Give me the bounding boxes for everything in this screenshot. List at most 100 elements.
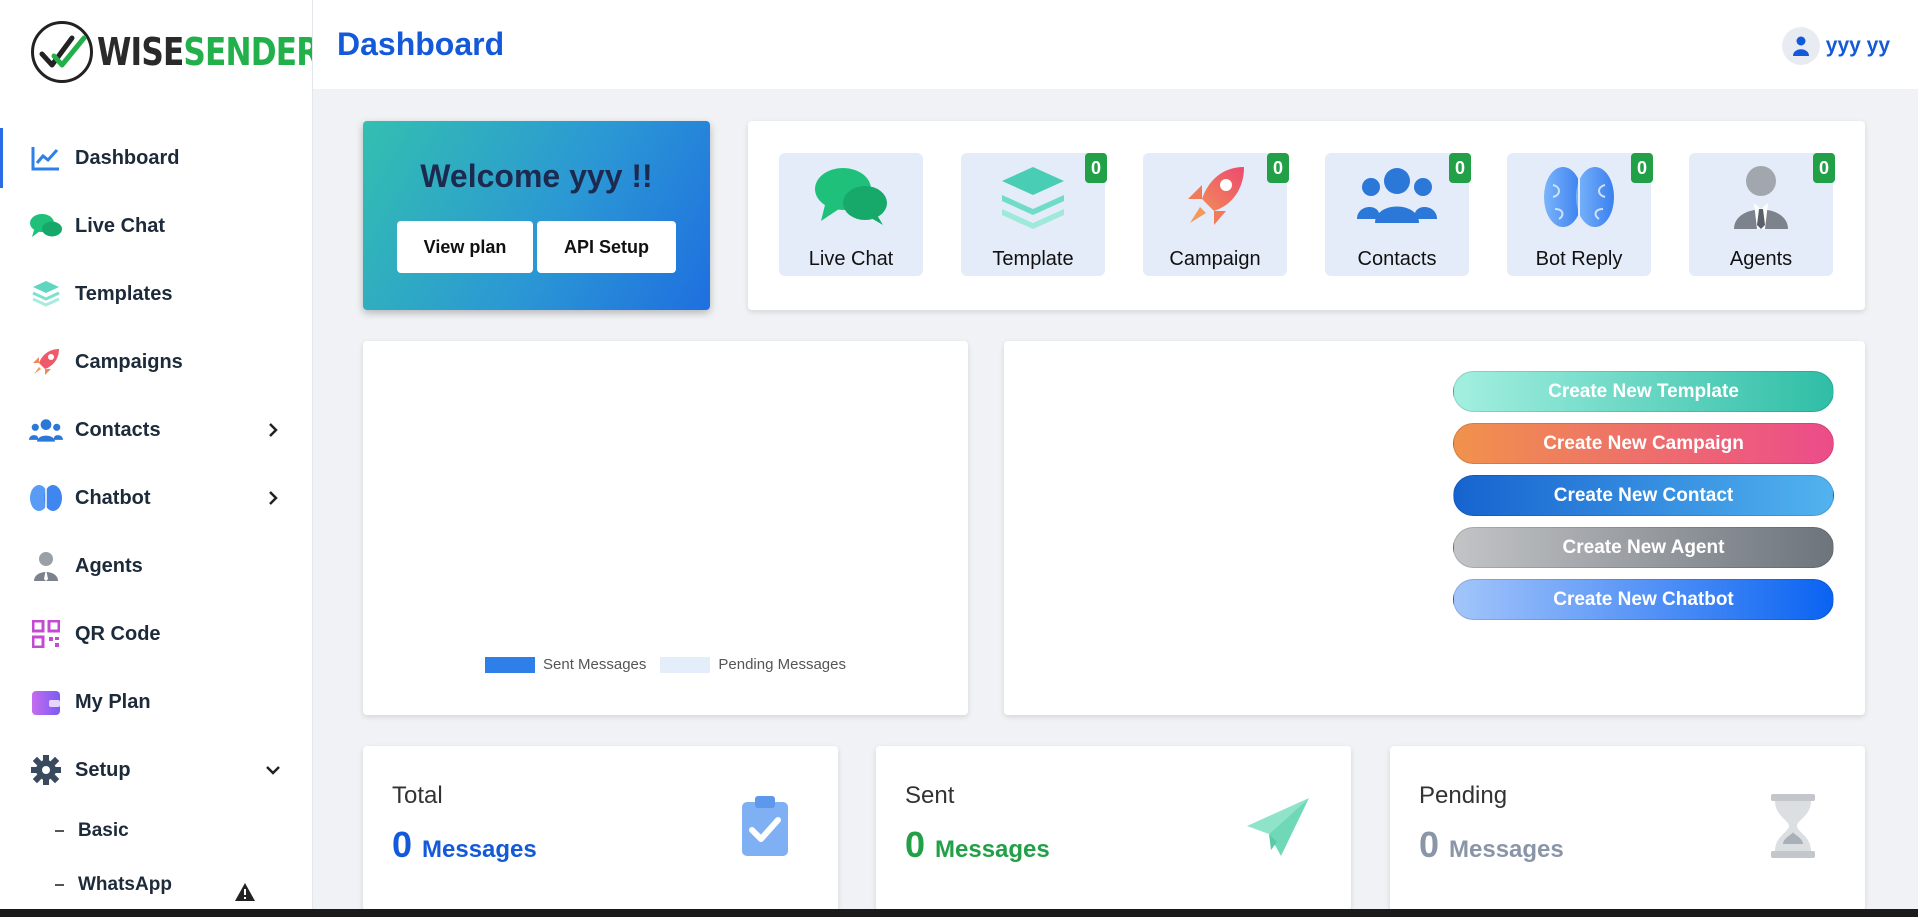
legend-label: Pending Messages [718, 656, 846, 673]
dash-icon [55, 884, 64, 886]
hourglass-icon [1769, 794, 1817, 863]
tile-agents[interactable]: Agents 0 [1689, 153, 1835, 276]
welcome-title: Welcome yyy !! [420, 158, 653, 194]
chart-line-icon [29, 141, 63, 175]
brand-name: WISESENDER [97, 30, 313, 74]
agent-icon [1689, 165, 1833, 229]
user-icon [1792, 36, 1809, 56]
rocket-icon [1143, 165, 1287, 229]
legend-label: Sent Messages [543, 656, 647, 673]
tile-label: Live Chat [808, 248, 894, 270]
sidebar-item-label: My Plan [75, 690, 151, 713]
brain-icon [1507, 165, 1651, 229]
sidebar-subitem-label: WhatsApp [78, 874, 172, 895]
chevron-down-icon [266, 766, 280, 775]
stat-value: 0 [1419, 824, 1440, 865]
sidebar-item-label: Contacts [75, 418, 161, 441]
sidebar-item-agents[interactable]: Agents [0, 532, 312, 600]
sidebar-item-label: Chatbot [75, 486, 151, 509]
bottom-edge [0, 909, 1918, 917]
page-title: Dashboard [337, 26, 505, 62]
count-badge: 0 [1267, 153, 1289, 183]
tile-label: Agents [1729, 248, 1793, 270]
sidebar-nav: Dashboard Live Chat Templates Campaigns … [0, 124, 312, 912]
stat-sent-card: Sent 0 Messages [876, 746, 1351, 911]
api-setup-button[interactable]: API Setup [537, 221, 676, 273]
tile-label: Campaign [1169, 248, 1261, 270]
brand-logo[interactable]: WISESENDER [31, 20, 313, 84]
stat-unit: Messages [935, 836, 1050, 863]
stat-unit: Messages [422, 836, 537, 863]
sidebar-item-label: Dashboard [75, 146, 180, 169]
chevron-right-icon [269, 491, 278, 505]
sidebar: WISESENDER Dashboard Live Chat Templates… [0, 0, 313, 917]
stat-unit: Messages [1449, 836, 1564, 863]
stat-value: 0 [392, 824, 413, 865]
sidebar-item-qr-code[interactable]: QR Code [0, 600, 312, 668]
legend-item-pending[interactable]: Pending Messages [660, 656, 846, 673]
clipboard-check-icon [740, 794, 790, 863]
top-header: Dashboard yyy yy [313, 0, 1918, 90]
tile-campaign[interactable]: Campaign 0 [1143, 153, 1289, 276]
sidebar-item-campaigns[interactable]: Campaigns [0, 328, 312, 396]
sidebar-item-my-plan[interactable]: My Plan [0, 668, 312, 736]
messages-chart-card: Sent Messages Pending Messages [363, 341, 968, 715]
rocket-icon [29, 345, 63, 379]
tile-contacts[interactable]: Contacts 0 [1325, 153, 1471, 276]
sidebar-item-dashboard[interactable]: Dashboard [0, 124, 312, 192]
create-campaign-button[interactable]: Create New Campaign [1453, 423, 1834, 464]
double-check-icon [31, 21, 93, 83]
chart-legend: Sent Messages Pending Messages [485, 656, 860, 673]
paper-plane-icon [1245, 796, 1311, 863]
view-plan-button[interactable]: View plan [397, 221, 533, 273]
tile-template[interactable]: Template 0 [961, 153, 1107, 276]
sidebar-item-label: Agents [75, 554, 143, 577]
legend-item-sent[interactable]: Sent Messages [485, 656, 646, 673]
user-name: yyy yy [1825, 34, 1890, 57]
sidebar-item-chatbot[interactable]: Chatbot [0, 464, 312, 532]
sidebar-item-setup[interactable]: Setup [0, 736, 312, 804]
sidebar-item-live-chat[interactable]: Live Chat [0, 192, 312, 260]
chevron-right-icon [269, 423, 278, 437]
legend-swatch-pending [660, 656, 711, 673]
tile-bot-reply[interactable]: Bot Reply 0 [1507, 153, 1653, 276]
stat-label: Total [392, 782, 443, 809]
warning-icon [235, 883, 255, 901]
chat-bubbles-icon [29, 209, 63, 243]
avatar [1781, 27, 1820, 65]
count-badge: 0 [1813, 153, 1835, 183]
stat-total-card: Total 0 Messages [363, 746, 838, 911]
gear-icon [29, 753, 63, 787]
tile-live-chat[interactable]: Live Chat [779, 153, 923, 276]
layers-icon [29, 277, 63, 311]
sidebar-item-label: Templates [75, 282, 173, 305]
sidebar-subitem-whatsapp[interactable]: WhatsApp [0, 858, 312, 912]
stat-value: 0 [905, 824, 926, 865]
qr-code-icon [29, 617, 63, 651]
users-icon [29, 413, 63, 447]
create-contact-button[interactable]: Create New Contact [1453, 475, 1834, 516]
stat-label: Pending [1419, 782, 1508, 809]
quick-actions-card: Create New Template Create New Campaign … [1004, 341, 1865, 715]
stat-label: Sent [905, 782, 955, 809]
sidebar-subitem-basic[interactable]: Basic [0, 804, 312, 858]
user-menu[interactable]: yyy yy [1781, 27, 1890, 65]
welcome-card: Welcome yyy !! View plan API Setup [363, 121, 710, 310]
count-badge: 0 [1085, 153, 1107, 183]
sidebar-item-label: Setup [75, 758, 131, 781]
create-template-button[interactable]: Create New Template [1453, 371, 1834, 412]
wallet-icon [29, 685, 63, 719]
chat-bubbles-icon [779, 165, 923, 227]
legend-swatch-sent [485, 656, 535, 673]
users-icon [1325, 165, 1469, 225]
count-badge: 0 [1631, 153, 1653, 183]
create-agent-button[interactable]: Create New Agent [1453, 527, 1834, 568]
sidebar-item-label: QR Code [75, 622, 161, 645]
sidebar-item-label: Campaigns [75, 350, 183, 373]
sidebar-item-templates[interactable]: Templates [0, 260, 312, 328]
sidebar-item-contacts[interactable]: Contacts [0, 396, 312, 464]
brain-icon [29, 481, 63, 515]
quick-access-card: Live Chat Template 0 Campaign 0 Contacts… [748, 121, 1865, 310]
layers-icon [961, 165, 1105, 229]
create-chatbot-button[interactable]: Create New Chatbot [1453, 579, 1834, 620]
